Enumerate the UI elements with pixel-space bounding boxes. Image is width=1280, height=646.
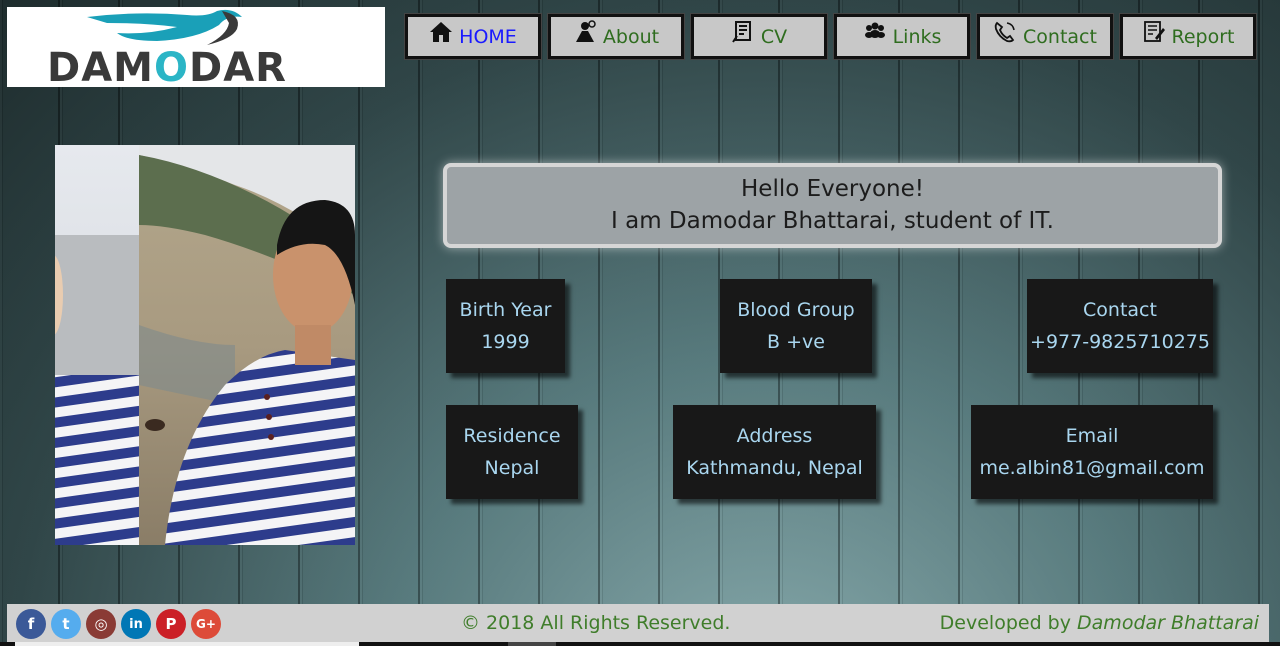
card-title: Birth Year xyxy=(459,299,552,321)
card-title: Residence xyxy=(463,425,561,447)
nav-label: HOME xyxy=(459,25,517,48)
card-birth-year: Birth Year 1999 xyxy=(446,279,565,373)
site-footer: f t ◎ in P G+ © 2018 All Rights Reserved… xyxy=(7,604,1269,642)
nav-links[interactable]: Links xyxy=(833,13,971,60)
card-value: Kathmandu, Nepal xyxy=(686,457,863,479)
card-email: Email me.albin81@gmail.com xyxy=(971,405,1213,499)
greeting-line-2: I am Damodar Bhattarai, student of IT. xyxy=(611,208,1054,234)
card-title: Contact xyxy=(1083,299,1157,321)
social-links: f t ◎ in P G+ xyxy=(16,609,221,639)
site-logo[interactable]: DAMODAR xyxy=(7,7,385,91)
card-title: Blood Group xyxy=(737,299,855,321)
facebook-icon[interactable]: f xyxy=(16,609,46,639)
twitter-icon[interactable]: t xyxy=(51,609,81,639)
card-value: me.albin81@gmail.com xyxy=(979,457,1205,479)
card-residence: Residence Nepal xyxy=(446,405,578,499)
bottom-strip xyxy=(0,642,1280,646)
card-value: B +ve xyxy=(767,331,825,353)
card-value: Nepal xyxy=(484,457,540,479)
main-nav: HOME About CV Links Contact Report xyxy=(404,13,1257,60)
linkedin-icon[interactable]: in xyxy=(121,609,151,639)
nav-about[interactable]: About xyxy=(547,13,685,60)
developer-name: Damodar Bhattarai xyxy=(1077,612,1259,634)
strip-segment xyxy=(15,642,359,646)
user-icon xyxy=(573,19,597,44)
greeting-line-1: Hello Everyone! xyxy=(741,176,924,202)
card-contact: Contact +977-9825710275 xyxy=(1027,279,1213,373)
nav-label: About xyxy=(602,25,660,48)
card-value: 1999 xyxy=(481,331,530,353)
card-value: +977-9825710275 xyxy=(1030,331,1210,353)
google-plus-icon[interactable]: G+ xyxy=(191,609,221,639)
nav-label: Contact xyxy=(1023,25,1097,48)
greeting-box: Hello Everyone! I am Damodar Bhattarai, … xyxy=(443,163,1222,248)
card-address: Address Kathmandu, Nepal xyxy=(673,405,876,499)
card-blood-group: Blood Group B +ve xyxy=(720,279,872,373)
nav-label: Links xyxy=(892,25,942,48)
report-icon xyxy=(1142,20,1166,44)
profile-photo xyxy=(55,145,355,545)
copyright-text: © 2018 All Rights Reserved. xyxy=(461,612,731,634)
pinterest-icon[interactable]: P xyxy=(156,609,186,639)
developed-by: Developed by Damodar Bhattarai xyxy=(940,612,1259,634)
nav-contact[interactable]: Contact xyxy=(976,13,1114,60)
users-group-icon xyxy=(863,20,887,44)
card-title: Email xyxy=(1065,425,1119,447)
card-title: Address xyxy=(736,425,813,447)
nav-report[interactable]: Report xyxy=(1119,13,1257,60)
logo-wordmark: DAMODAR xyxy=(47,45,287,91)
nav-cv[interactable]: CV xyxy=(690,13,828,60)
phone-icon xyxy=(993,20,1017,44)
nav-home[interactable]: HOME xyxy=(404,13,542,60)
strip-segment xyxy=(508,642,556,646)
developed-by-prefix: Developed by xyxy=(939,612,1071,634)
home-icon xyxy=(429,20,453,44)
bird-logo-icon xyxy=(87,9,242,45)
instagram-icon[interactable]: ◎ xyxy=(86,609,116,639)
nav-label: Report xyxy=(1171,25,1235,48)
nav-label: CV xyxy=(760,25,788,48)
cv-icon xyxy=(731,20,755,44)
